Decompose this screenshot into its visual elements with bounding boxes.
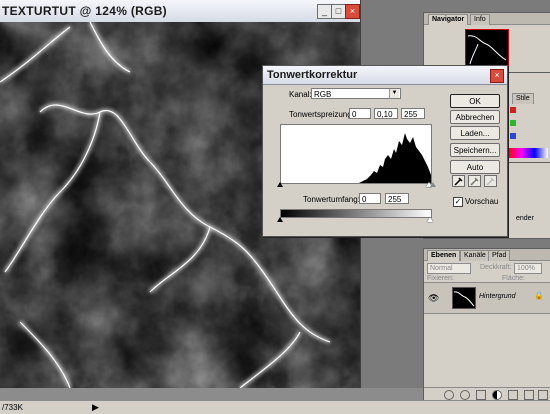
navigator-thumbnail[interactable] (465, 29, 509, 69)
input-gamma-slider[interactable] (430, 182, 436, 187)
gray-eyedropper-glyph (470, 177, 479, 186)
tab-layers[interactable]: Ebenen (427, 250, 461, 261)
layers-footer (424, 387, 550, 400)
layers-tabs: Ebenen Kanäle Pfad (424, 249, 550, 261)
input-black-field[interactable]: 0 (349, 108, 371, 119)
new-layer-icon[interactable] (524, 390, 534, 400)
green-slider-swatch (510, 120, 516, 126)
output-gradient-bar (280, 209, 432, 218)
dialog-title-bar[interactable]: Tonwertkorrektur × (263, 66, 507, 85)
black-eyedropper-icon[interactable] (452, 175, 465, 187)
document-title-bar[interactable]: TEXTURTUT @ 124% (RGB) _ □ × (0, 0, 360, 23)
white-eyedropper-icon[interactable] (484, 175, 497, 187)
layer-group-icon[interactable] (508, 390, 518, 400)
output-white-field[interactable]: 255 (385, 193, 409, 204)
dialog-close-button[interactable]: × (490, 69, 504, 83)
lock-icon: 🔒 (534, 291, 544, 300)
maximize-button[interactable]: □ (331, 4, 346, 19)
save-button[interactable]: Speichern... (450, 143, 500, 157)
input-white-field[interactable]: 255 (401, 108, 425, 119)
styles-panel-label: ender (516, 215, 534, 222)
layer-mask-icon[interactable] (476, 390, 486, 400)
link-layers-icon[interactable] (444, 390, 454, 400)
output-black-slider[interactable] (277, 217, 283, 222)
navigator-thumbnail-image (466, 30, 508, 68)
eye-icon[interactable]: 👁 (428, 293, 439, 304)
opacity-label: Deckkraft: (480, 264, 512, 271)
layers-panel[interactable]: Ebenen Kanäle Pfad Normal Deckkraft: 100… (423, 248, 550, 402)
preview-label: Vorschau (465, 197, 499, 206)
minimize-button[interactable]: _ (317, 4, 332, 19)
document-title: TEXTURTUT @ 124% (RGB) (2, 4, 167, 18)
fill-label: Fläche: (502, 275, 525, 282)
layer-thumbnail (452, 287, 476, 309)
channel-value: RGB (314, 90, 332, 99)
trash-icon[interactable] (538, 390, 548, 400)
status-bar: /733K ▶ (0, 400, 550, 414)
gray-eyedropper-icon[interactable] (468, 175, 481, 187)
blend-mode-select[interactable]: Normal (427, 263, 471, 274)
tab-paths[interactable]: Pfad (488, 250, 511, 261)
document-size: /733K (2, 403, 23, 412)
input-gamma-field[interactable]: 0,10 (374, 108, 398, 119)
output-white-slider[interactable] (427, 217, 433, 222)
ok-button[interactable]: OK (450, 94, 500, 108)
tab-styles[interactable]: Stile (512, 93, 534, 104)
input-black-slider[interactable] (277, 182, 283, 187)
layer-row[interactable]: 👁 Hintergrund 🔒 (424, 282, 550, 314)
navigator-tabs: Navigator Info (424, 13, 550, 25)
layer-name: Hintergrund (479, 293, 516, 300)
channel-label: Kanal: (289, 90, 312, 99)
auto-button[interactable]: Auto (450, 160, 500, 174)
tab-channels[interactable]: Kanäle (460, 250, 490, 261)
levels-dialog[interactable]: Tonwertkorrektur × Kanal: RGB ▼ Tonwerts… (262, 65, 508, 237)
cancel-button[interactable]: Abbrechen (450, 110, 500, 124)
tab-navigator[interactable]: Navigator (428, 14, 469, 25)
input-levels-label: Tonwertspreizung: (289, 110, 354, 119)
tab-info[interactable]: Info (470, 14, 490, 25)
close-button[interactable]: × (345, 4, 360, 19)
histogram-graph (281, 133, 431, 183)
preview-checkbox[interactable]: ✓ (453, 197, 463, 207)
dialog-title: Tonwertkorrektur (267, 69, 358, 81)
color-ramp[interactable] (508, 148, 548, 158)
load-button[interactable]: Laden... (450, 126, 500, 140)
histogram (280, 124, 432, 184)
adjustment-layer-icon[interactable] (492, 390, 502, 400)
output-levels-label: Tonwertumfang: (303, 195, 360, 204)
layer-style-icon[interactable] (460, 390, 470, 400)
black-eyedropper-glyph (454, 177, 463, 186)
status-menu-arrow-icon[interactable]: ▶ (92, 402, 99, 413)
opacity-input[interactable]: 100% (514, 263, 542, 274)
white-eyedropper-glyph (486, 177, 495, 186)
layer-thumbnail-image (453, 288, 475, 308)
chevron-down-icon[interactable]: ▼ (389, 89, 399, 98)
output-black-field[interactable]: 0 (359, 193, 381, 204)
blue-slider-swatch (510, 133, 516, 139)
channel-select[interactable]: RGB ▼ (311, 88, 401, 99)
lock-label: Fixieren: (427, 275, 454, 282)
red-slider-swatch (510, 107, 516, 113)
